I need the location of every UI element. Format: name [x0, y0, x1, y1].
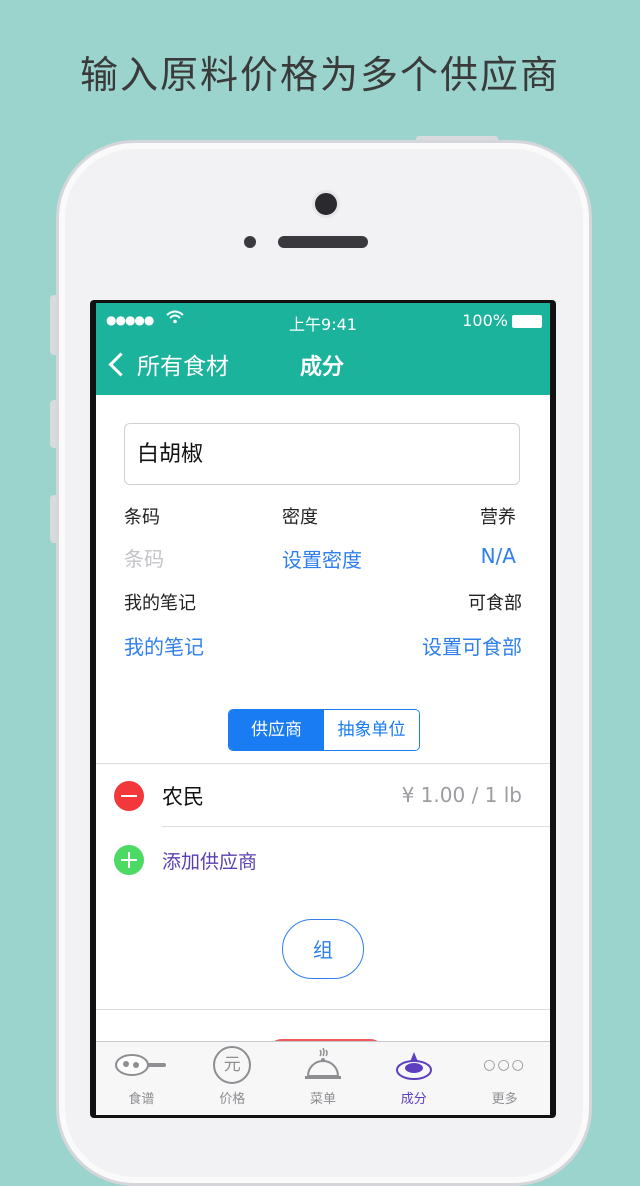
back-label: 所有食材 [137, 354, 229, 380]
page-title: 成分 [300, 355, 345, 380]
battery-icon [512, 315, 542, 328]
app-screen: ●●●●● 上午9:41 100% 所有食材 成分 白胡椒 条码 密度 营养 条… [96, 303, 550, 1115]
barcode-input[interactable]: 条码 [124, 543, 164, 572]
nutrition-label: 营养 [480, 507, 516, 528]
notes-link[interactable]: 我的笔记 [124, 631, 204, 660]
tab-label: 食谱 [128, 1092, 155, 1107]
pan-icon [115, 1054, 167, 1076]
delete-supplier-icon[interactable] [114, 781, 144, 811]
status-bar: ●●●●● 上午9:41 100% [96, 309, 550, 335]
barcode-label: 条码 [124, 507, 160, 528]
divider [96, 1009, 550, 1010]
add-supplier-button[interactable]: 添加供应商 [162, 847, 257, 874]
front-camera [312, 190, 340, 218]
tab-more[interactable]: ○○○ 更多 [459, 1042, 550, 1115]
density-label: 密度 [282, 507, 318, 528]
edible-label: 可食部 [468, 593, 522, 614]
divider [96, 763, 550, 764]
group-button[interactable]: 组 [282, 919, 364, 979]
battery-percent: 100% [462, 311, 508, 330]
tab-bar: 食谱 元 价格 菜单 成分 ○○○ 更多 [96, 1041, 550, 1115]
ingredient-name-field[interactable]: 白胡椒 [124, 423, 520, 485]
yuan-icon: 元 [213, 1046, 252, 1084]
segment-abstract-units[interactable]: 抽象单位 [324, 710, 419, 750]
chevron-left-icon [108, 351, 133, 377]
segment-suppliers[interactable]: 供应商 [229, 710, 324, 750]
supplier-unit-segmented-control: 供应商 抽象单位 [228, 709, 420, 751]
tab-label: 成分 [400, 1092, 427, 1107]
tab-prices[interactable]: 元 价格 [187, 1042, 278, 1115]
proximity-sensor [244, 236, 256, 248]
ingredient-icon [395, 1052, 432, 1080]
nutrition-link[interactable]: N/A [481, 544, 516, 568]
nav-bar: ●●●●● 上午9:41 100% 所有食材 成分 [96, 303, 550, 395]
add-icon[interactable] [114, 845, 144, 875]
tab-label: 价格 [219, 1092, 246, 1107]
set-density-link[interactable]: 设置密度 [282, 544, 362, 573]
tab-label: 菜单 [309, 1092, 336, 1107]
tab-label: 更多 [491, 1092, 518, 1107]
promo-headline: 输入原料价格为多个供应商 [79, 53, 560, 97]
supplier-name[interactable]: 农民 [162, 781, 204, 811]
set-edible-link[interactable]: 设置可食部 [422, 631, 522, 660]
supplier-price: ¥ 1.00 / 1 lb [401, 783, 522, 807]
tab-recipes[interactable]: 食谱 [96, 1042, 187, 1115]
back-button[interactable]: 所有食材 [106, 347, 229, 381]
tab-ingredients[interactable]: 成分 [368, 1042, 459, 1115]
earpiece-speaker [278, 236, 368, 248]
notes-label: 我的笔记 [124, 593, 196, 614]
divider [162, 826, 550, 827]
tab-menu[interactable]: 菜单 [278, 1042, 369, 1115]
more-icon: ○○○ [483, 1057, 526, 1073]
cloche-icon [304, 1048, 341, 1079]
